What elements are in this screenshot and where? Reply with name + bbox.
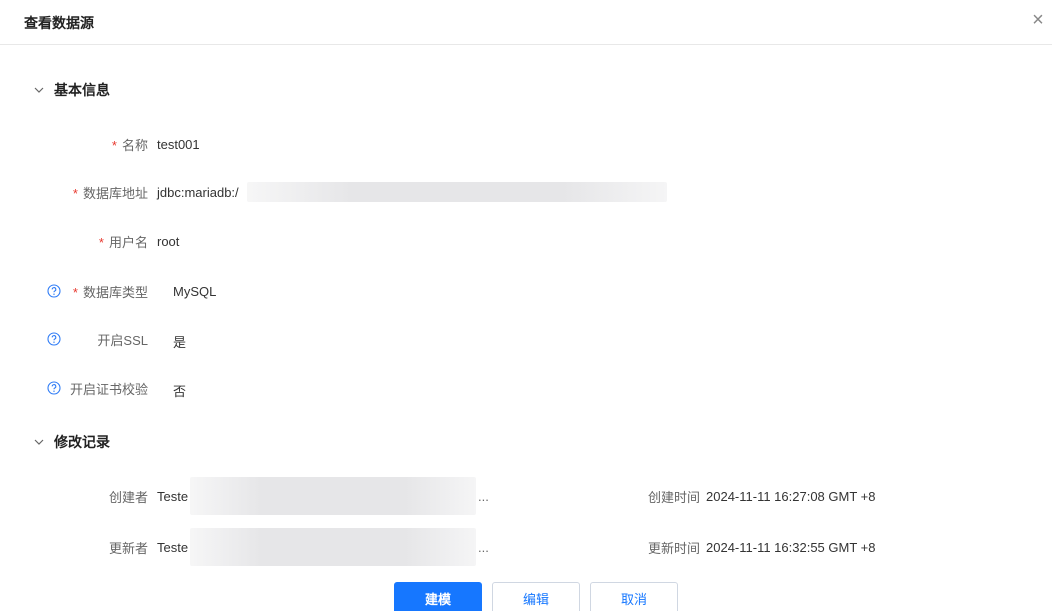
label-text: 名称 (121, 137, 148, 153)
section-title: 修改记录 (54, 434, 110, 450)
field-updated-time-value: 2024-11-11 16:32:55 GMT +8 (706, 540, 876, 555)
section-title: 基本信息 (54, 82, 110, 98)
label-text: 数据库类型 (82, 284, 148, 300)
field-created-time-value: 2024-11-11 16:27:08 GMT +8 (706, 489, 876, 504)
edit-button[interactable]: 编辑 (492, 582, 580, 611)
section-history[interactable]: 修改记录 (33, 432, 110, 452)
field-updated-time-label: 更新时间 (0, 537, 700, 557)
field-username-value: root (157, 234, 180, 249)
chevron-down-icon (34, 439, 44, 445)
dialog-header: 查看数据源 × (0, 0, 1052, 45)
field-name-label: * 名称 (0, 134, 148, 154)
label-text: 数据库地址 (82, 185, 148, 201)
field-ssl-label: 开启SSL (0, 329, 148, 349)
dialog-title: 查看数据源 (24, 15, 94, 31)
chevron-down-icon (34, 87, 44, 93)
field-db-url-value: jdbc:mariadb:/ (157, 185, 239, 200)
field-created-time-label: 创建时间 (0, 486, 700, 506)
model-button[interactable]: 建模 (394, 582, 482, 611)
field-ssl-value: 是 (173, 335, 187, 350)
label-text: 开启证书校验 (69, 381, 148, 397)
field-name-value: test001 (157, 137, 200, 152)
required-mark: * (72, 284, 78, 300)
label-text: 开启SSL (97, 332, 148, 348)
field-db-url-label: * 数据库地址 (0, 182, 148, 202)
field-cert-check-label: 开启证书校验 (0, 378, 148, 398)
close-icon[interactable]: × (1027, 9, 1049, 31)
field-cert-check-value: 否 (173, 384, 187, 399)
field-username-label: * 用户名 (0, 231, 148, 251)
section-basic-info[interactable]: 基本信息 (33, 80, 110, 100)
field-db-type-value: MySQL (173, 284, 217, 299)
label-text: 用户名 (108, 234, 148, 250)
cancel-button[interactable]: 取消 (590, 582, 678, 611)
required-mark: * (111, 137, 117, 153)
required-mark: * (98, 234, 104, 250)
redacted-blur (247, 182, 667, 202)
label-text: 创建时间 (647, 489, 700, 505)
required-mark: * (72, 185, 78, 201)
field-db-type-label: * 数据库类型 (0, 281, 148, 301)
label-text: 更新时间 (647, 540, 700, 556)
